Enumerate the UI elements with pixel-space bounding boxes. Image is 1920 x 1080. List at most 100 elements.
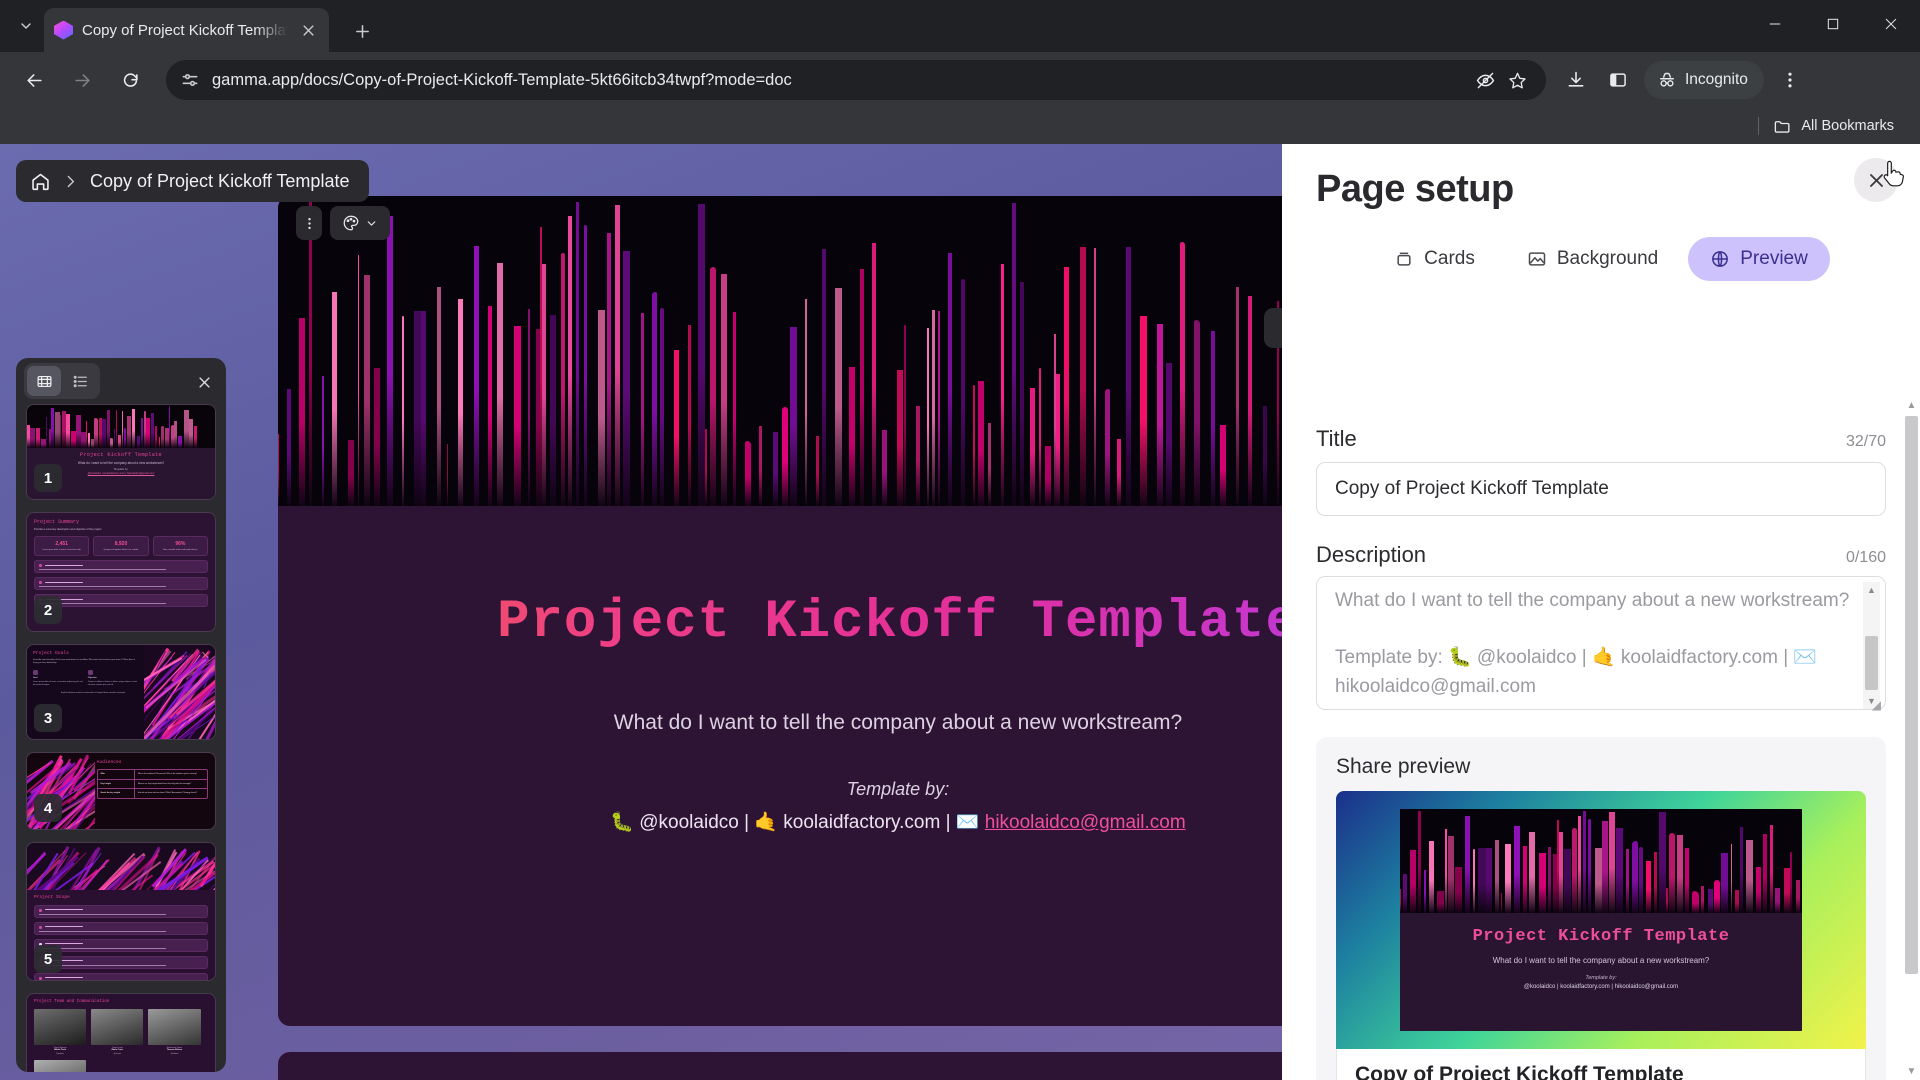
- team-member: Technical AdvisorAlbert Einstein@aeinste…: [34, 1060, 87, 1072]
- all-bookmarks-button[interactable]: All Bookmarks: [1773, 117, 1906, 136]
- thumbnail-number: 2: [34, 596, 62, 624]
- thumbnail-card-6[interactable]: Project Team and Communication Project S…: [26, 993, 216, 1072]
- member-name: Marie Curie: [111, 1049, 123, 1051]
- tab-close-icon[interactable]: [297, 19, 319, 41]
- card-options-button[interactable]: [296, 206, 322, 240]
- browser-tab[interactable]: Copy of Project Kickoff Template: [44, 8, 329, 52]
- address-bar[interactable]: gamma.app/docs/Copy-of-Project-Kickoff-T…: [166, 60, 1546, 100]
- close-window-icon[interactable]: [1862, 0, 1920, 48]
- resize-handle-icon[interactable]: ◢: [1872, 698, 1881, 712]
- thumb3-col: Objective Tempor incididunt ut labore et…: [87, 670, 138, 686]
- tab-preview[interactable]: Preview: [1688, 237, 1830, 281]
- incognito-icon: [1657, 70, 1677, 90]
- thumbnail-remove-icon[interactable]: ✕: [201, 649, 210, 662]
- incognito-profile-button[interactable]: Incognito: [1644, 61, 1764, 99]
- forward-icon[interactable]: [62, 60, 102, 100]
- scroll-up-icon[interactable]: ▲: [1863, 582, 1880, 598]
- tab-cards[interactable]: Cards: [1372, 237, 1497, 281]
- maximize-icon[interactable]: [1804, 0, 1862, 48]
- thumbnail-card-4[interactable]: Audiences Who Who is the audience? Be pr…: [26, 752, 216, 830]
- panel-header: Page setup Cards Background Preview: [1282, 144, 1920, 281]
- minimize-icon[interactable]: [1746, 0, 1804, 48]
- close-thumbnails-icon[interactable]: [192, 370, 216, 394]
- thumb2-title: Project Summary: [34, 519, 80, 525]
- site-settings-icon[interactable]: [180, 70, 200, 90]
- navigation-bar: gamma.app/docs/Copy-of-Project-Kickoff-T…: [0, 52, 1920, 108]
- team-member: Workstream Owner Thomas Edison @tedison: [148, 1009, 201, 1055]
- downloads-icon[interactable]: [1556, 60, 1596, 100]
- tab-preview-label: Preview: [1740, 248, 1808, 269]
- member-handle: @teslanic: [56, 1053, 65, 1055]
- tab-background[interactable]: Background: [1505, 237, 1680, 281]
- divider: [1758, 117, 1760, 135]
- url-text: gamma.app/docs/Copy-of-Project-Kickoff-T…: [212, 70, 792, 89]
- bookmark-star-icon[interactable]: [1502, 65, 1532, 95]
- share-thumb-links: @koolaidco | koolaidfactory.com | hikool…: [1523, 984, 1679, 991]
- avatar: [34, 1009, 87, 1045]
- panel-tabs: Cards Background Preview: [1316, 237, 1886, 281]
- emoji-site-icon: 🤙: [754, 812, 779, 833]
- description-scrollbar[interactable]: ▲ ▼: [1863, 582, 1880, 709]
- tab-search-button[interactable]: [8, 8, 44, 44]
- bookmarks-bar: All Bookmarks: [0, 108, 1920, 144]
- thumb2-stat: 2,451 Lorem ipsum dolor sit amet, consec…: [34, 536, 90, 557]
- thumbnail-number: 4: [34, 794, 62, 822]
- thumbnail-card-5[interactable]: Project Scope 5: [26, 842, 216, 981]
- scroll-thumb[interactable]: [1865, 636, 1878, 690]
- title-input[interactable]: [1316, 462, 1886, 516]
- thumb3-intro: Describe some benefits of this new works…: [33, 659, 135, 665]
- hero-handle: @koolaidco: [639, 812, 739, 833]
- side-panel-icon[interactable]: [1598, 60, 1638, 100]
- team-member: Project Lead Marie Curie @mcurie: [91, 1009, 144, 1055]
- hero-site: koolaidfactory.com: [783, 812, 941, 833]
- profile-label: Incognito: [1685, 71, 1748, 88]
- share-preview-image: Project Kickoff Template What do I want …: [1336, 791, 1866, 1049]
- title-counter: 32/70: [1845, 433, 1886, 450]
- table-row: Needs the key insight How do we know wha…: [98, 789, 207, 798]
- stat-label: Nunc convallis mollis malesuada ultricie…: [163, 549, 198, 551]
- thumbnail-number: 5: [34, 945, 62, 973]
- reload-icon[interactable]: [110, 60, 150, 100]
- thumbnails-list[interactable]: Project Kickoff Template What do I want …: [16, 404, 226, 1072]
- description-textarea[interactable]: [1316, 576, 1886, 710]
- stat-value: 96%: [175, 541, 186, 547]
- thumbnail-card-2[interactable]: Project Summary Provide a summary descri…: [26, 512, 216, 632]
- stat-value: 2,451: [55, 541, 68, 547]
- breadcrumb-separator: [62, 173, 79, 190]
- image-icon: [1528, 252, 1546, 266]
- col-text: Lorem ipsum dolor sit amet, consectetur …: [33, 681, 83, 686]
- home-icon[interactable]: [30, 171, 51, 192]
- thumb3-col: Goal Lorem ipsum dolor sit amet, consect…: [33, 670, 83, 686]
- panel-scroll-thumb[interactable]: [1905, 416, 1918, 974]
- row-key: Who: [98, 770, 135, 779]
- thumbnails-panel[interactable]: Project Kickoff Template What do I want …: [16, 358, 226, 1072]
- row-key: Needs the key insight: [98, 789, 135, 798]
- tracking-protection-icon[interactable]: [1470, 65, 1500, 95]
- member-name: Nikola Tesla: [54, 1049, 67, 1051]
- thumbnails-toolbar: [16, 358, 226, 404]
- thumbnail-number: 1: [34, 464, 62, 492]
- sep-1: |: [744, 812, 750, 833]
- back-icon[interactable]: [14, 60, 54, 100]
- breadcrumb[interactable]: Copy of Project Kickoff Template: [16, 160, 370, 202]
- panel-scroll-up-icon[interactable]: ▲: [1903, 396, 1920, 414]
- thumbnail-card-1[interactable]: Project Kickoff Template What do I want …: [26, 404, 216, 500]
- thumb5-title: Project Scope: [34, 894, 70, 900]
- tab-cards-label: Cards: [1424, 248, 1475, 269]
- panel-scroll-down-icon[interactable]: ▼: [1903, 1062, 1920, 1080]
- emoji-handle-icon: 🐛: [610, 812, 634, 833]
- thumbnail-card-3[interactable]: Project Goals Describe some benefits of …: [26, 644, 216, 740]
- filmstrip-icon[interactable]: [27, 366, 61, 396]
- view-mode-switch: [24, 363, 100, 399]
- new-tab-button[interactable]: [345, 14, 379, 48]
- description-counter: 0/160: [1845, 549, 1886, 566]
- card-theme-button[interactable]: [330, 206, 390, 240]
- list-icon[interactable]: [63, 366, 97, 396]
- close-panel-button[interactable]: [1854, 158, 1898, 202]
- row-value: How do we know what we know? What? Assum…: [137, 792, 198, 795]
- hero-email-link[interactable]: hikoolaidco@gmail.com: [985, 812, 1186, 833]
- chrome-menu-icon[interactable]: [1770, 60, 1810, 100]
- panel-scrollbar[interactable]: ▲ ▼: [1903, 396, 1920, 1080]
- page-setup-panel[interactable]: Page setup Cards Background Preview Titl…: [1282, 144, 1920, 1080]
- share-thumb-byline: Template by:: [1585, 975, 1617, 982]
